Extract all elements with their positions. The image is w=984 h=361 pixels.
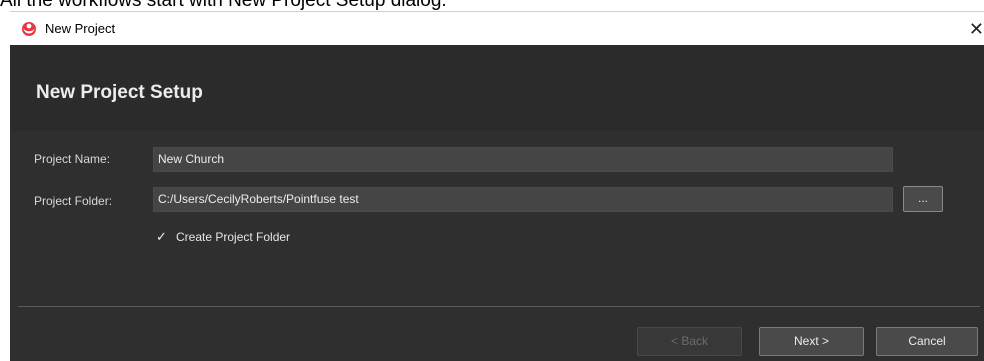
project-name-label: Project Name: <box>34 152 111 166</box>
back-button[interactable]: < Back <box>637 327 742 356</box>
close-icon[interactable]: ✕ <box>968 12 984 46</box>
next-button[interactable]: Next > <box>759 327 864 356</box>
cancel-button[interactable]: Cancel <box>876 327 978 356</box>
browse-folder-button[interactable]: ... <box>903 186 943 212</box>
create-folder-checkbox[interactable]: ✓ Create Project Folder <box>156 229 290 245</box>
new-project-dialog: New Project ✕ New Project Setup Project … <box>10 11 984 361</box>
dialog-heading: New Project Setup <box>36 82 203 103</box>
dialog-header: New Project Setup <box>10 45 984 131</box>
window-title: New Project <box>45 21 116 36</box>
title-bar[interactable]: New Project ✕ <box>10 11 984 46</box>
check-icon: ✓ <box>156 229 167 244</box>
pointfuse-logo-icon <box>21 21 37 37</box>
create-folder-label: Create Project Folder <box>176 230 291 244</box>
caption-text: All the workflows start with New Project… <box>0 0 447 11</box>
project-name-input[interactable]: New Church <box>153 147 893 172</box>
footer-divider <box>18 306 980 307</box>
project-folder-input[interactable]: C:/Users/CecilyRoberts/Pointfuse test <box>153 187 893 212</box>
project-folder-label: Project Folder: <box>34 194 113 208</box>
